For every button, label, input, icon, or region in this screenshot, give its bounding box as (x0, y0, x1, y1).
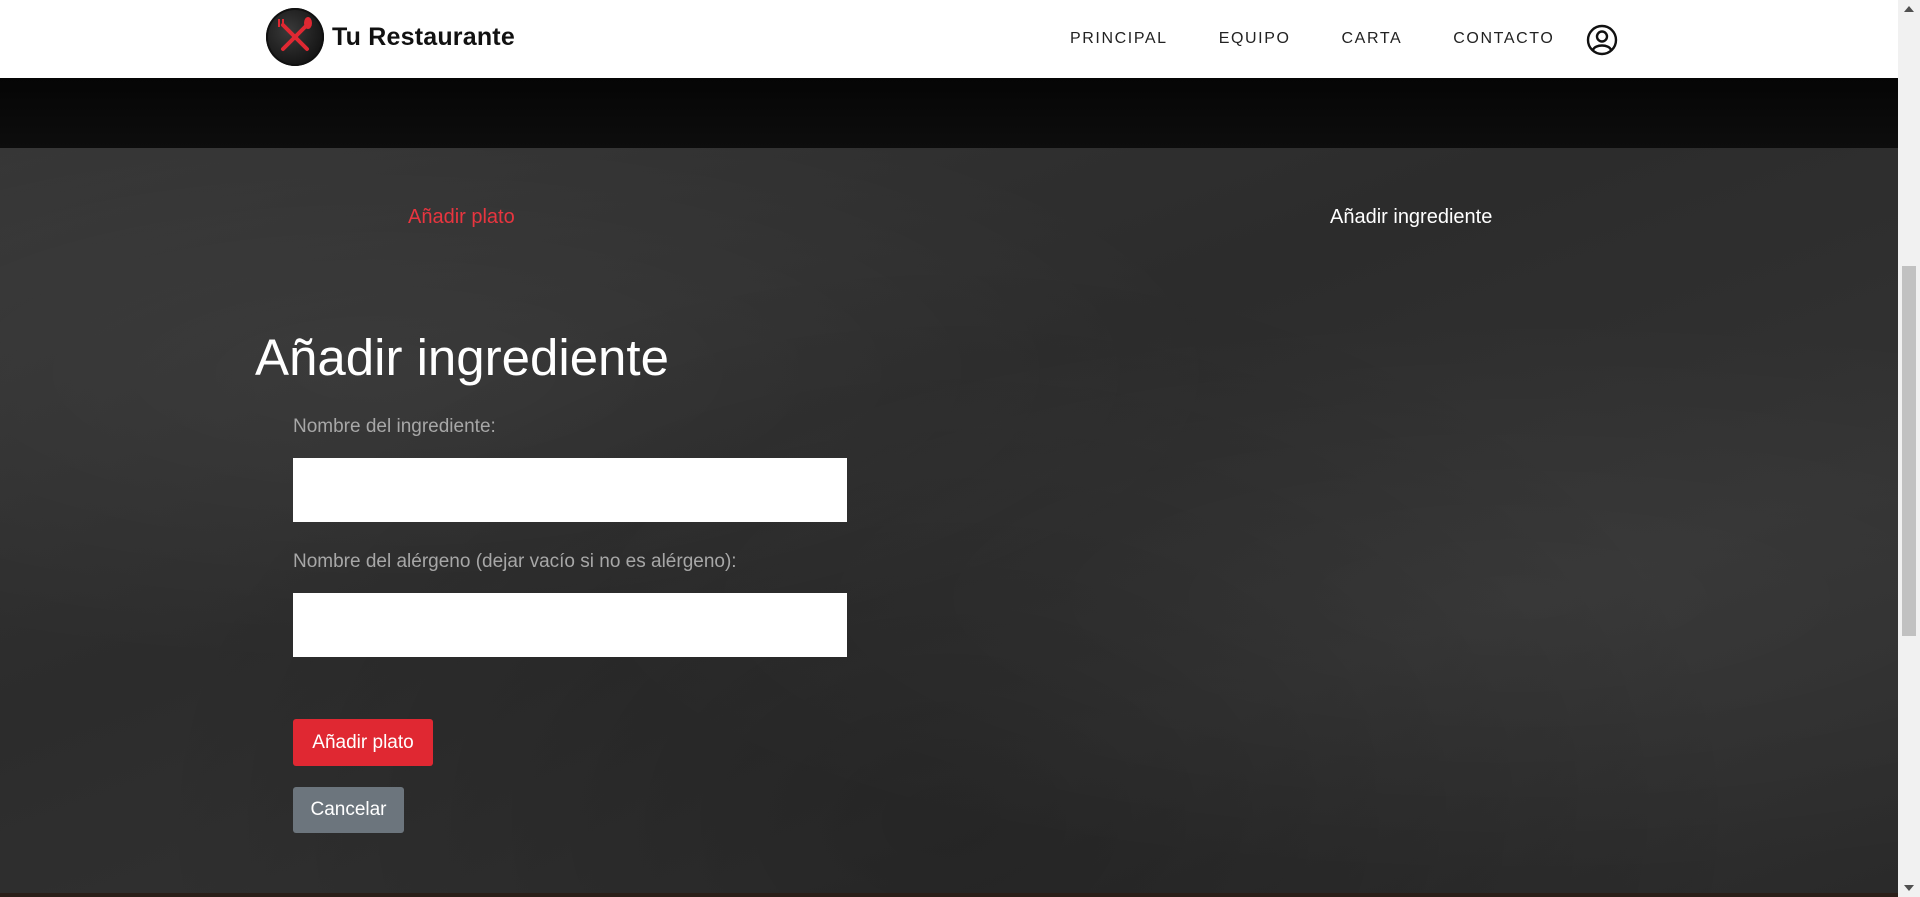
add-dish-button[interactable]: Añadir plato (293, 719, 433, 766)
hero-band (0, 78, 1898, 148)
wood-edge (0, 893, 1898, 897)
crossed-fork-knife-icon (266, 8, 324, 66)
cancel-button[interactable]: Cancelar (293, 787, 404, 833)
nav-equipo[interactable]: EQUIPO (1219, 30, 1291, 48)
tab-add-dish[interactable]: Añadir plato (408, 206, 515, 229)
ingredient-name-label: Nombre del ingrediente: (293, 416, 496, 437)
user-circle-icon[interactable] (1586, 24, 1618, 56)
page-scrollbar[interactable] (1898, 0, 1920, 897)
scroll-up-arrow-icon[interactable] (1898, 0, 1920, 18)
tab-add-ingredient[interactable]: Añadir ingrediente (1330, 206, 1492, 229)
brand-link[interactable]: Tu Restaurante (266, 8, 515, 66)
ingredient-name-input[interactable] (293, 458, 847, 522)
nav-contacto[interactable]: CONTACTO (1453, 30, 1554, 48)
page-title: Añadir ingrediente (255, 329, 669, 386)
scrollbar-thumb[interactable] (1902, 266, 1916, 636)
allergen-name-input[interactable] (293, 593, 847, 657)
nav-principal[interactable]: PRINCIPAL (1070, 30, 1168, 48)
main-nav: PRINCIPAL EQUIPO CARTA CONTACTO (1070, 0, 1605, 78)
nav-carta[interactable]: CARTA (1342, 30, 1403, 48)
allergen-name-label: Nombre del alérgeno (dejar vacío si no e… (293, 551, 737, 572)
brand-name: Tu Restaurante (332, 22, 515, 51)
site-header: Tu Restaurante PRINCIPAL EQUIPO CARTA CO… (0, 0, 1898, 78)
scroll-down-arrow-icon[interactable] (1898, 879, 1920, 897)
chalkboard-background (0, 148, 1898, 897)
